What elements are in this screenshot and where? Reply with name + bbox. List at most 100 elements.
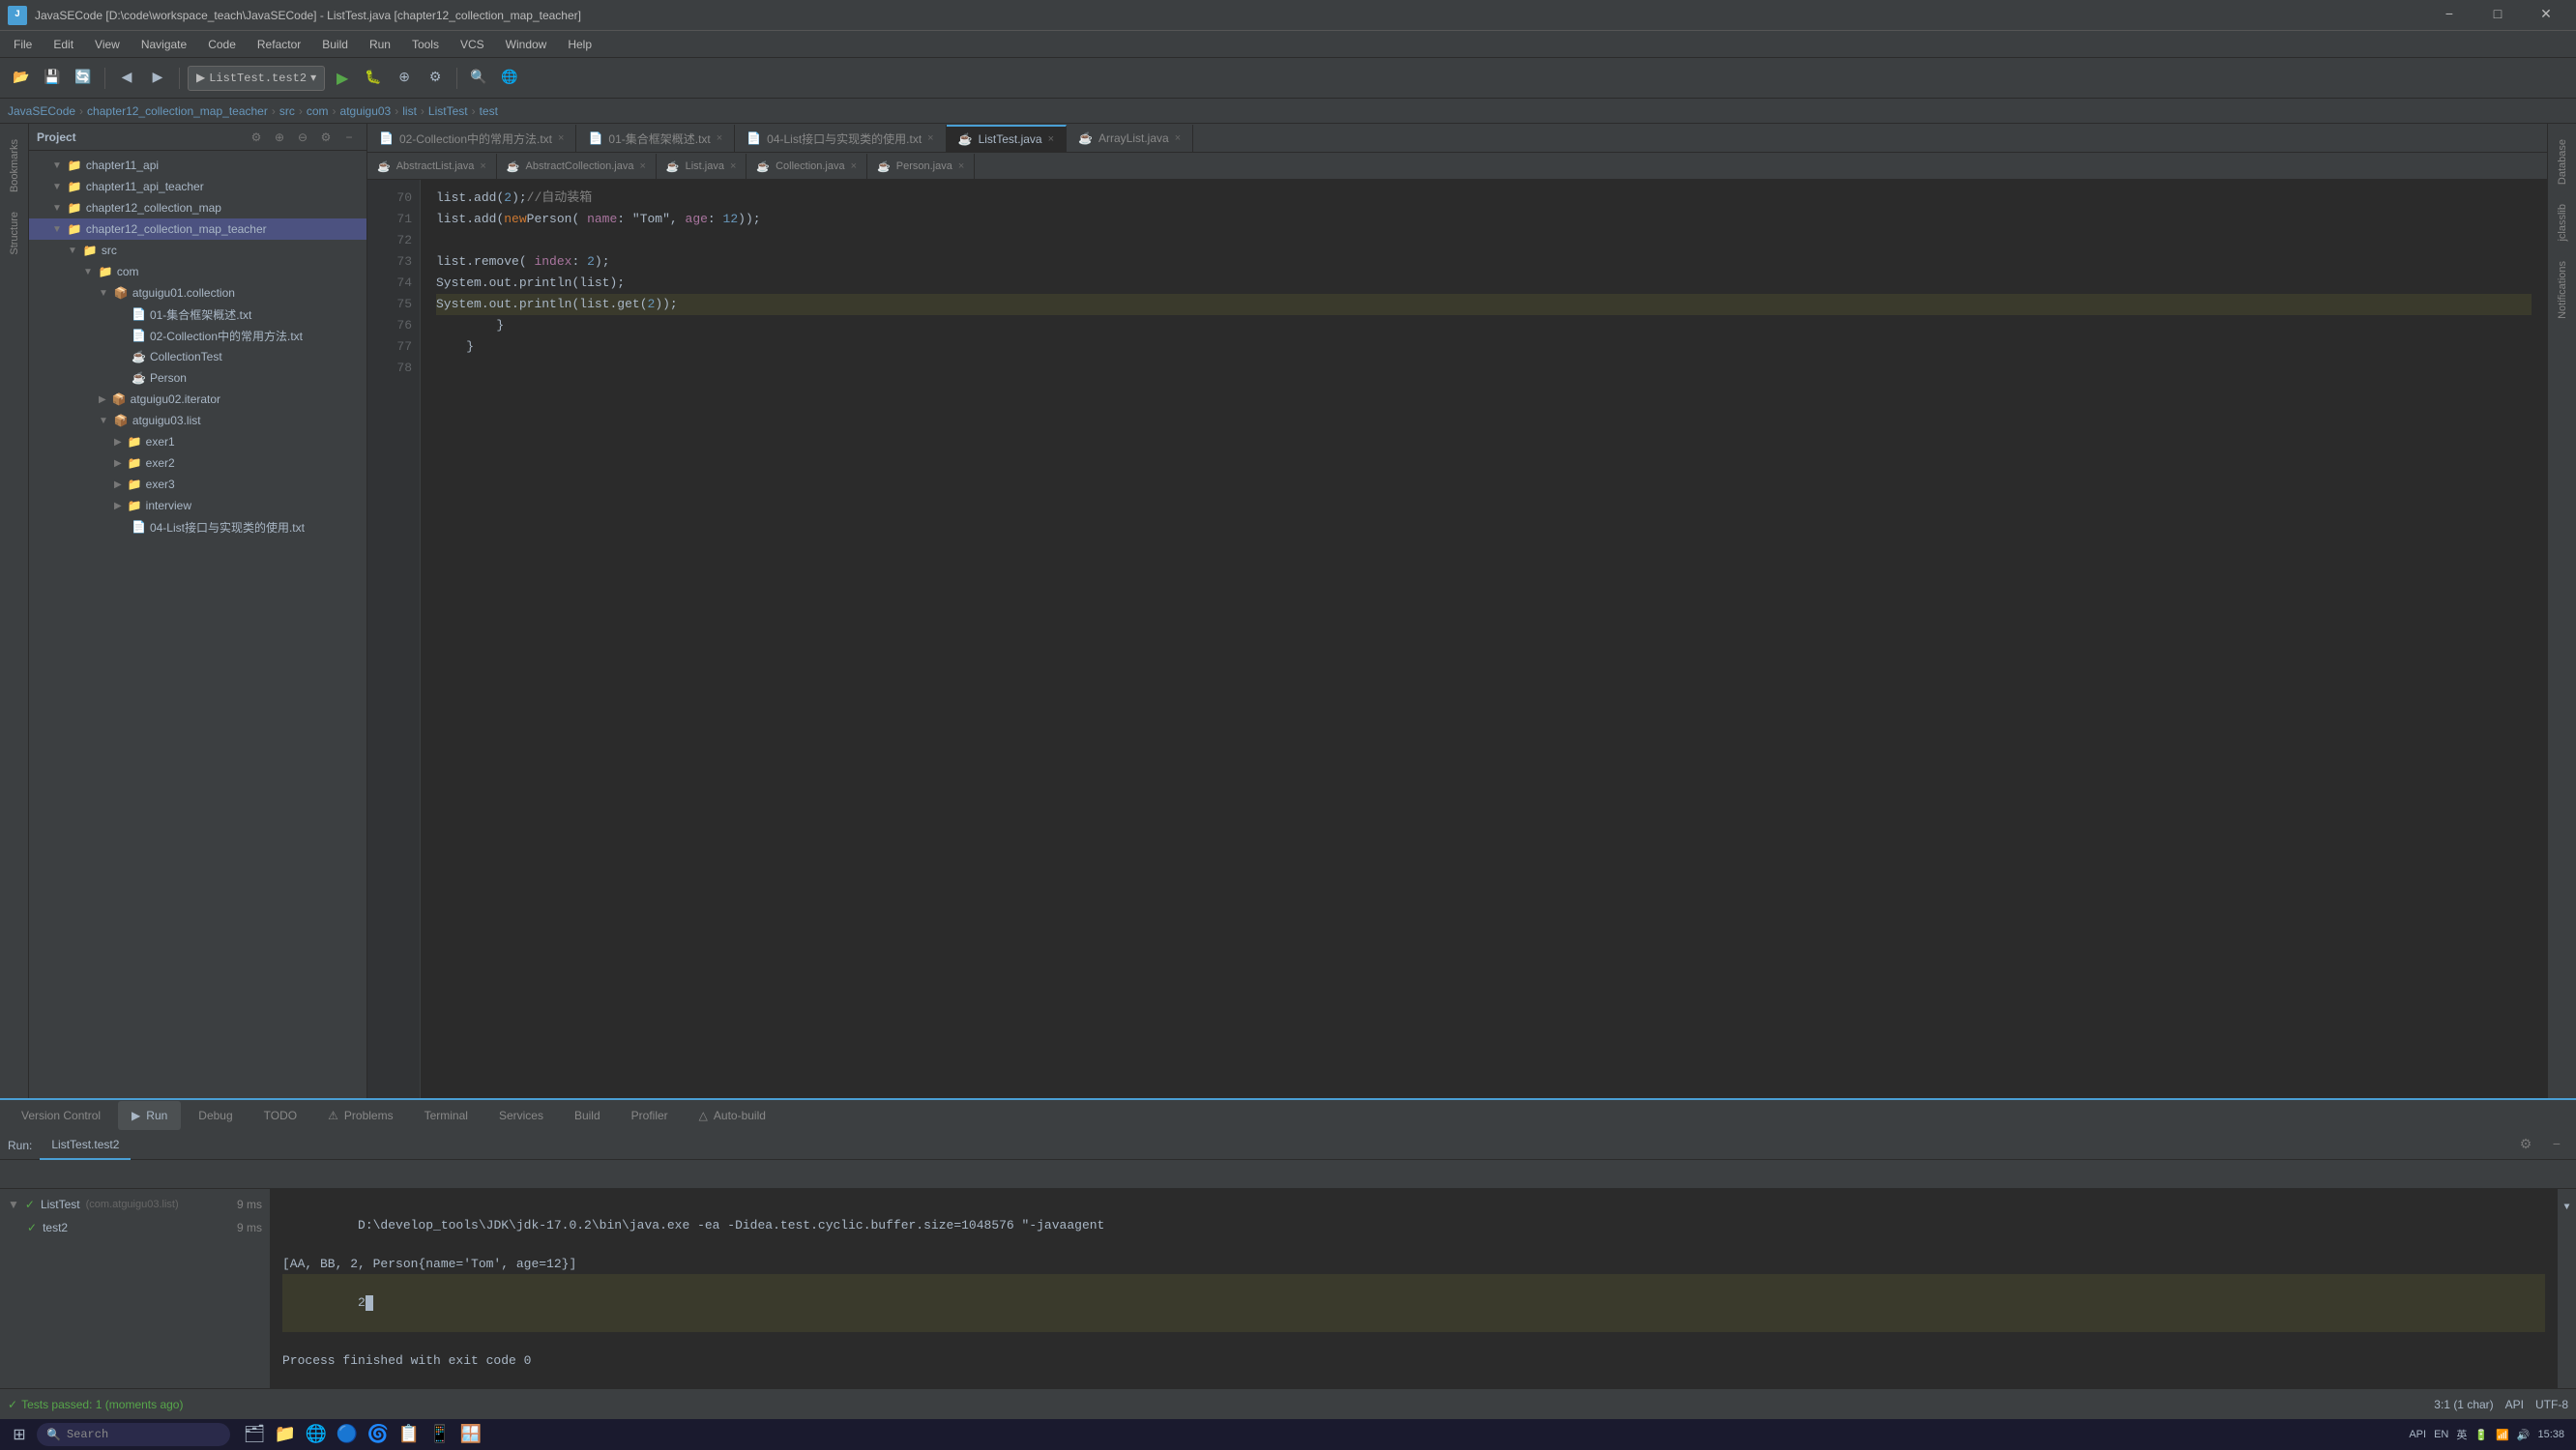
tree-item-15[interactable]: ▶📁exer3 — [29, 474, 366, 495]
menu-code[interactable]: Code — [198, 34, 246, 55]
breadcrumb-item-0[interactable]: JavaSECode — [8, 104, 75, 118]
coverage-button[interactable]: ⊕ — [391, 65, 418, 92]
close-button[interactable]: ✕ — [2524, 0, 2568, 31]
tree-item-5[interactable]: ▼📁com — [29, 261, 366, 282]
forward-button[interactable]: ▶ — [144, 65, 171, 92]
menu-edit[interactable]: Edit — [44, 34, 83, 55]
editor-tab-4[interactable]: ☕ArrayList.java× — [1067, 125, 1193, 152]
tab2-close-button[interactable]: × — [958, 160, 964, 172]
editor-tab2-2[interactable]: ☕List.java× — [657, 154, 747, 179]
bookmarks-tab[interactable]: Bookmarks — [5, 131, 24, 200]
tree-item-11[interactable]: ▶📦atguigu02.iterator — [29, 389, 366, 410]
tree-item-4[interactable]: ▼📁src — [29, 240, 366, 261]
tab-close-button[interactable]: × — [927, 132, 933, 144]
back-button[interactable]: ◀ — [113, 65, 140, 92]
editor-tab2-3[interactable]: ☕Collection.java× — [746, 154, 867, 179]
tree-item-10[interactable]: ☕Person — [29, 367, 366, 389]
taskbar-phone-icon[interactable]: 📱 — [425, 1420, 454, 1449]
test-method-item[interactable]: ✓ test2 9 ms — [0, 1216, 270, 1239]
breadcrumb-item-3[interactable]: com — [307, 104, 329, 118]
breadcrumb-item-6[interactable]: ListTest — [428, 104, 468, 118]
tree-item-3[interactable]: ▼📁chapter12_collection_map_teacher — [29, 218, 366, 240]
tab2-close-button[interactable]: × — [480, 160, 485, 172]
tab2-close-button[interactable]: × — [730, 160, 736, 172]
tree-item-1[interactable]: ▼📁chapter11_api_teacher — [29, 176, 366, 197]
tree-item-16[interactable]: ▶📁interview — [29, 495, 366, 516]
test-class-item[interactable]: ▼ ✓ ListTest (com.atguigu03.list) 9 ms — [0, 1193, 270, 1216]
tree-item-9[interactable]: ☕CollectionTest — [29, 346, 366, 367]
tab-close-button[interactable]: × — [1048, 133, 1054, 145]
bottom-tab-problems[interactable]: ⚠Problems — [314, 1101, 406, 1130]
run-panel-settings-button[interactable]: ⚙ — [2514, 1134, 2537, 1157]
editor-tab2-1[interactable]: ☕AbstractCollection.java× — [497, 154, 657, 179]
structure-tab[interactable]: Structure — [5, 204, 24, 263]
breadcrumb-item-5[interactable]: list — [402, 104, 417, 118]
editor-tab-3[interactable]: ☕ListTest.java× — [947, 125, 1067, 152]
panel-settings-button[interactable]: ⚙ — [247, 128, 266, 147]
tab-close-button[interactable]: × — [558, 132, 564, 144]
editor-tab2-0[interactable]: ☕AbstractList.java× — [367, 154, 497, 179]
menu-file[interactable]: File — [4, 34, 42, 55]
panel-close-button[interactable]: − — [339, 128, 359, 147]
editor-tab-1[interactable]: 📄01-集合框架概述.txt× — [576, 125, 735, 152]
scroll-bottom-button[interactable]: ▼ — [2554, 1194, 2576, 1221]
tab-close-button[interactable]: × — [717, 132, 722, 144]
menu-refactor[interactable]: Refactor — [248, 34, 310, 55]
editor-tab2-4[interactable]: ☕Person.java× — [867, 154, 975, 179]
bottom-tab-services[interactable]: Services — [485, 1101, 557, 1130]
panel-options-button[interactable]: ⚙ — [316, 128, 336, 147]
console-text[interactable]: D:\develop_tools\JDK\jdk-17.0.2\bin\java… — [271, 1189, 2557, 1388]
settings-button[interactable]: ⚙ — [422, 65, 449, 92]
tree-item-17[interactable]: 📄04-List接口与实现类的使用.txt — [29, 516, 366, 537]
panel-collapse-button[interactable]: ⊖ — [293, 128, 312, 147]
notifications-tab[interactable]: Notifications — [2553, 253, 2572, 327]
database-tab[interactable]: Database — [2553, 131, 2572, 192]
tree-item-14[interactable]: ▶📁exer2 — [29, 452, 366, 474]
breadcrumb-item-7[interactable]: test — [480, 104, 498, 118]
maximize-button[interactable]: □ — [2475, 0, 2520, 31]
tree-item-12[interactable]: ▼📦atguigu03.list — [29, 410, 366, 431]
taskbar-browser-icon[interactable]: 🌐 — [302, 1420, 331, 1449]
run-tab-label[interactable]: ListTest.test2 — [40, 1131, 131, 1160]
taskbar-chrome-icon[interactable]: 🔵 — [333, 1420, 362, 1449]
save-button[interactable]: 💾 — [39, 65, 66, 92]
jclasslib-tab[interactable]: jclasslib — [2553, 196, 2572, 249]
panel-expand-button[interactable]: ⊕ — [270, 128, 289, 147]
bottom-tab-run[interactable]: ▶Run — [118, 1101, 181, 1130]
editor-tab-2[interactable]: 📄04-List接口与实现类的使用.txt× — [735, 125, 946, 152]
code-content[interactable]: list.add(2);//自动装箱 list.add(new Person( … — [421, 180, 2547, 1098]
windows-start-button[interactable]: ⊞ — [4, 1420, 35, 1449]
breadcrumb-item-2[interactable]: src — [279, 104, 295, 118]
taskbar-explorer-icon[interactable]: 📁 — [271, 1420, 300, 1449]
run-button[interactable]: ▶ — [329, 65, 356, 92]
bottom-tab-build[interactable]: Build — [561, 1101, 614, 1130]
menu-build[interactable]: Build — [312, 34, 358, 55]
bottom-tab-version-control[interactable]: Version Control — [8, 1101, 114, 1130]
bottom-tab-profiler[interactable]: Profiler — [618, 1101, 682, 1130]
menu-navigate[interactable]: Navigate — [132, 34, 196, 55]
tab2-close-button[interactable]: × — [639, 160, 645, 172]
bottom-tab-auto-build[interactable]: △Auto-build — [686, 1101, 779, 1130]
tree-item-2[interactable]: ▼📁chapter12_collection_map — [29, 197, 366, 218]
minimize-button[interactable]: − — [2427, 0, 2472, 31]
breadcrumb-item-1[interactable]: chapter12_collection_map_teacher — [87, 104, 268, 118]
menu-vcs[interactable]: VCS — [451, 34, 494, 55]
editor-tab-0[interactable]: 📄02-Collection中的常用方法.txt× — [367, 125, 576, 152]
bottom-tab-terminal[interactable]: Terminal — [411, 1101, 482, 1130]
tab2-close-button[interactable]: × — [851, 160, 857, 172]
tree-item-0[interactable]: ▼📁chapter11_api — [29, 155, 366, 176]
debug-button[interactable]: 🐛 — [360, 65, 387, 92]
menu-run[interactable]: Run — [360, 34, 400, 55]
tree-item-7[interactable]: 📄01-集合框架概述.txt — [29, 304, 366, 325]
tree-item-13[interactable]: ▶📁exer1 — [29, 431, 366, 452]
windows-search-bar[interactable]: 🔍 Search — [37, 1423, 230, 1446]
open-file-button[interactable]: 📂 — [8, 65, 35, 92]
run-configuration[interactable]: ▶ ListTest.test2 ▾ — [188, 66, 325, 91]
search-everywhere-button[interactable]: 🔍 — [465, 65, 492, 92]
menu-view[interactable]: View — [85, 34, 130, 55]
taskbar-windows-icon[interactable]: 🪟 — [456, 1420, 485, 1449]
sync-button[interactable]: 🔄 — [70, 65, 97, 92]
taskbar-files-icon[interactable]: 🗂 — [240, 1420, 269, 1449]
taskbar-idea-icon[interactable]: 🌀 — [364, 1420, 393, 1449]
tree-item-6[interactable]: ▼📦atguigu01.collection — [29, 282, 366, 304]
